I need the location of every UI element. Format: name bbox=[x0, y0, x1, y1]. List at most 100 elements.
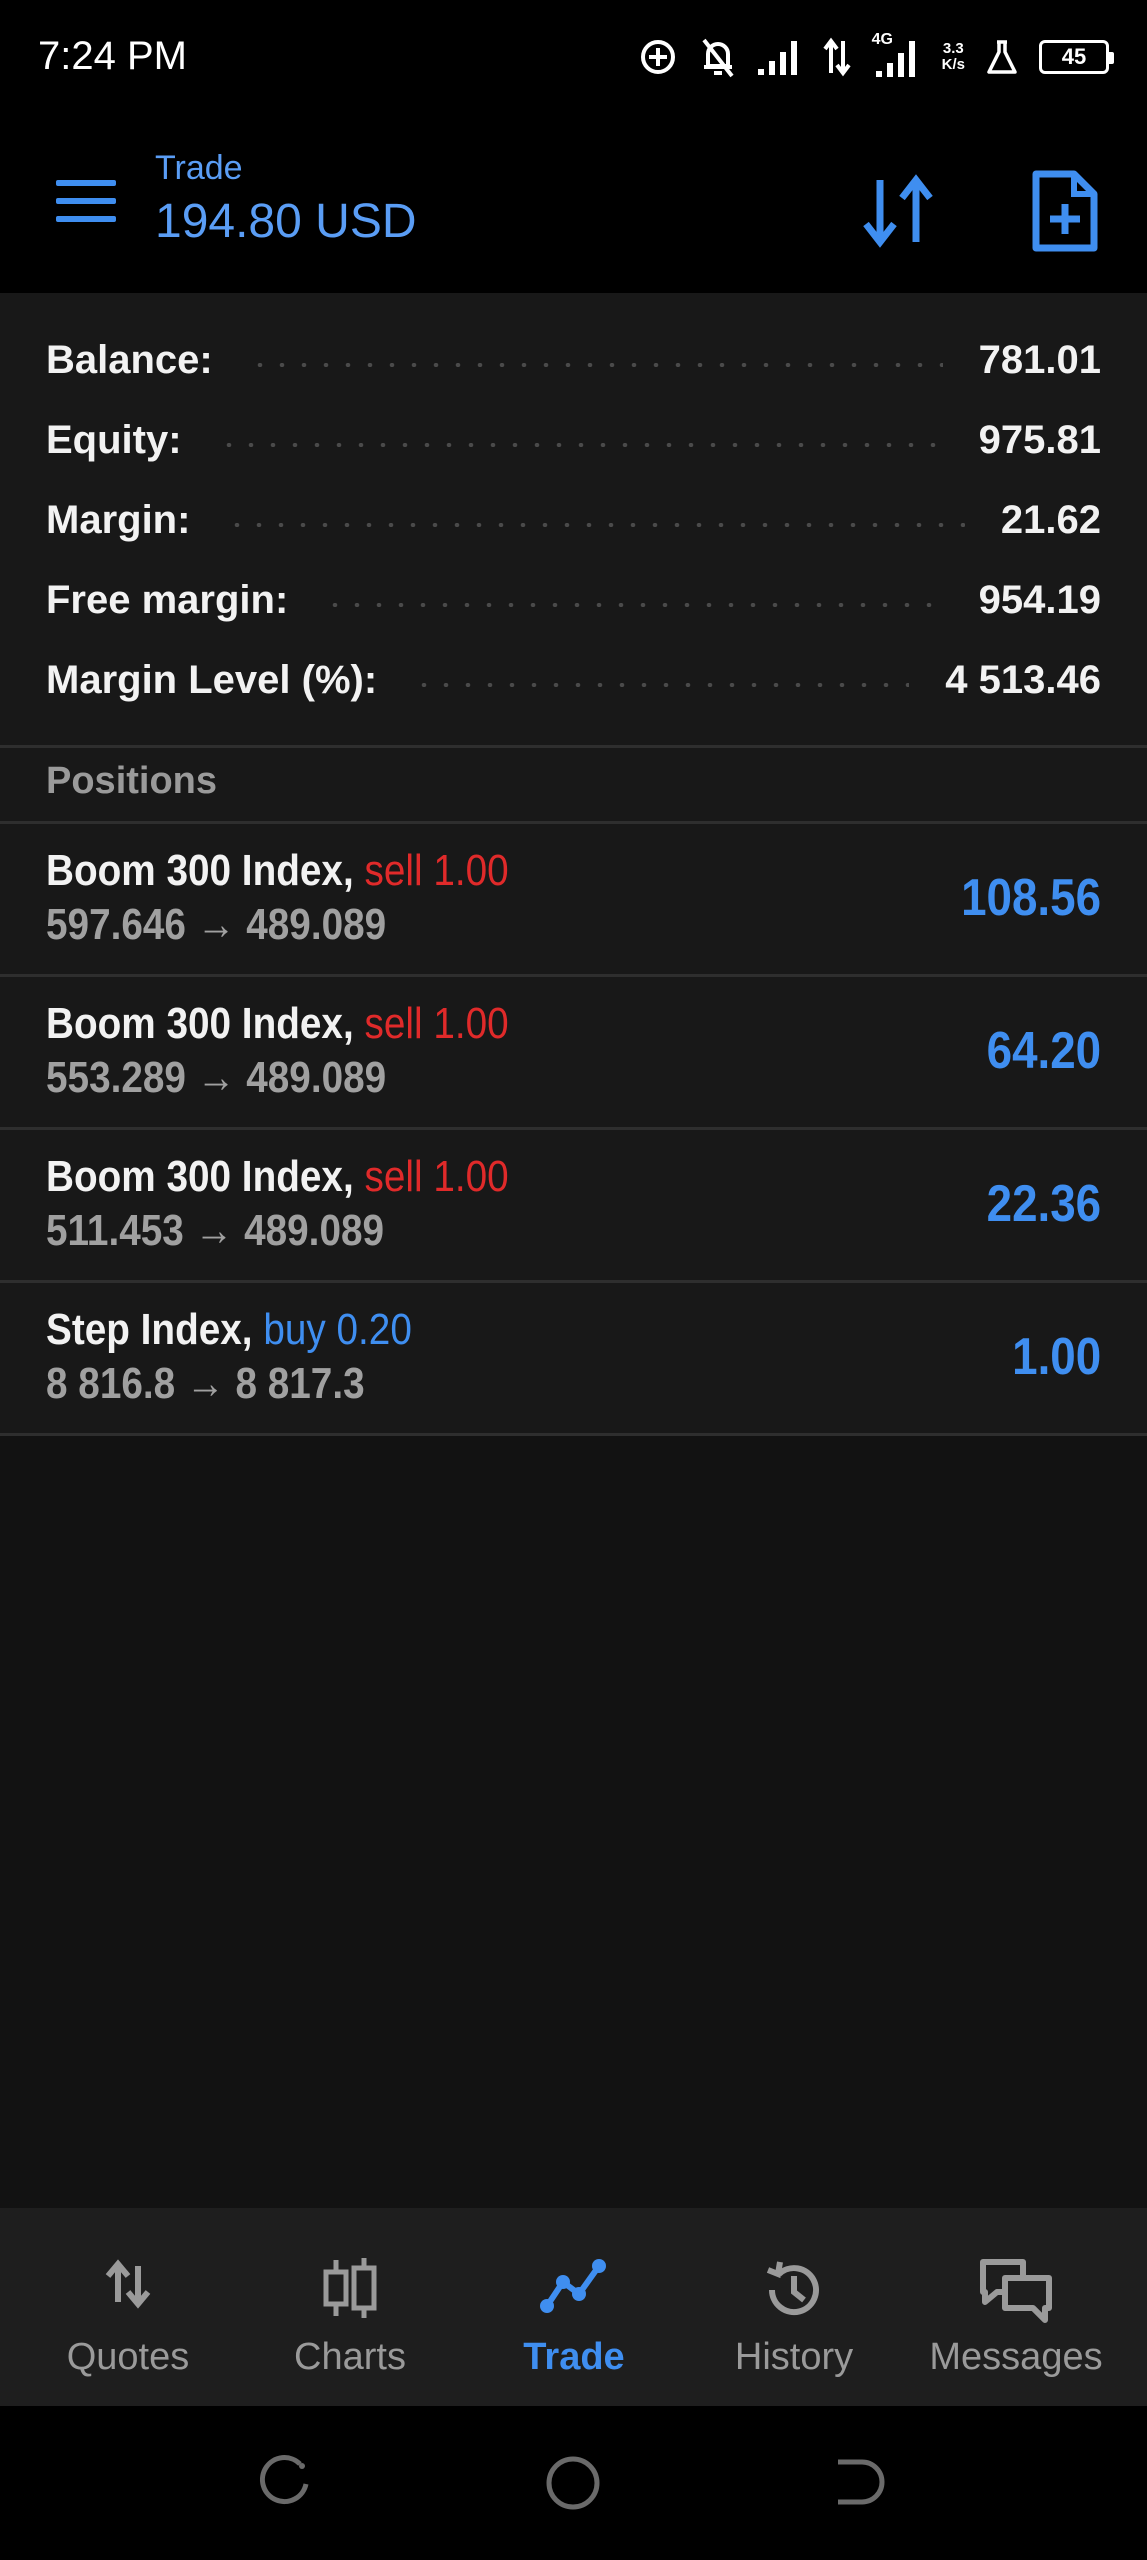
position-side: sell 1.00 bbox=[364, 846, 509, 895]
position-prices: 553.289 → 489.089 bbox=[46, 1053, 386, 1103]
position-open-price: 8 816.8 bbox=[46, 1359, 176, 1408]
sort-button[interactable] bbox=[858, 170, 940, 252]
status-icons: 4G 3.3 K/s 45 bbox=[638, 31, 1114, 82]
position-prices: 8 816.8 → 8 817.3 bbox=[46, 1359, 365, 1409]
sort-arrows-icon bbox=[863, 174, 933, 248]
position-symbol: Step Index, bbox=[46, 1305, 253, 1354]
summary-dots bbox=[217, 443, 943, 447]
new-document-icon bbox=[1032, 170, 1098, 252]
position-title: Step Index, buy 0.20 bbox=[46, 1305, 412, 1355]
back-icon[interactable] bbox=[826, 2450, 892, 2516]
signal-4g-icon: 4G bbox=[872, 31, 922, 79]
position-current-price: 489.089 bbox=[244, 1206, 385, 1255]
divider bbox=[0, 1433, 1147, 1436]
nav-item-trade[interactable]: Trade bbox=[464, 2208, 684, 2406]
position-title: Boom 300 Index, sell 1.00 bbox=[46, 999, 509, 1049]
data-transfer-icon bbox=[823, 37, 851, 77]
position-profit: 64.20 bbox=[986, 1022, 1101, 1080]
menu-icon-bar bbox=[56, 198, 116, 204]
nav-label: History bbox=[734, 2336, 854, 2378]
nav-label: Quotes bbox=[66, 2336, 190, 2378]
position-title: Boom 300 Index, sell 1.00 bbox=[46, 1152, 509, 1202]
header-subtitle: Trade bbox=[155, 149, 243, 187]
summary-dots bbox=[248, 363, 943, 367]
network-speed-unit: K/s bbox=[941, 56, 965, 73]
position-row[interactable]: Boom 300 Index, sell 1.00 597.646 → 489.… bbox=[0, 824, 1147, 974]
quotes-arrows-icon bbox=[105, 2259, 151, 2309]
summary-row-free-margin: Free margin: 954.19 bbox=[46, 568, 1101, 632]
summary-dots bbox=[226, 523, 965, 527]
position-row[interactable]: Boom 300 Index, sell 1.00 511.453 → 489.… bbox=[0, 1130, 1147, 1280]
summary-value: 781.01 bbox=[978, 337, 1101, 382]
summary-label: Margin: bbox=[46, 497, 191, 542]
position-row[interactable]: Boom 300 Index, sell 1.00 553.289 → 489.… bbox=[0, 977, 1147, 1127]
position-prices: 511.453 → 489.089 bbox=[46, 1206, 384, 1256]
menu-icon-bar bbox=[56, 216, 116, 222]
signal-strength-icon bbox=[757, 41, 797, 75]
position-side: buy 0.20 bbox=[263, 1305, 412, 1354]
nav-item-quotes[interactable]: Quotes bbox=[18, 2208, 238, 2406]
position-symbol: Boom 300 Index, bbox=[46, 846, 354, 895]
nav-item-messages[interactable]: Messages bbox=[906, 2208, 1126, 2406]
recent-apps-icon[interactable] bbox=[252, 2450, 318, 2516]
nav-label: Charts bbox=[294, 2336, 406, 2378]
summary-row-equity: Equity: 975.81 bbox=[46, 408, 1101, 472]
position-arrow: → bbox=[196, 1053, 236, 1102]
nav-item-history[interactable]: History bbox=[684, 2208, 904, 2406]
system-navigation-bar bbox=[0, 2406, 1147, 2560]
menu-icon-bar bbox=[56, 180, 116, 186]
position-title: Boom 300 Index, sell 1.00 bbox=[46, 846, 509, 896]
position-symbol: Boom 300 Index, bbox=[46, 1152, 354, 1201]
summary-label: Free margin: bbox=[46, 577, 289, 622]
home-icon[interactable] bbox=[540, 2450, 606, 2516]
position-profit: 108.56 bbox=[961, 869, 1101, 927]
summary-row-margin-level: Margin Level (%): 4 513.46 bbox=[46, 648, 1101, 712]
position-open-price: 553.289 bbox=[46, 1053, 186, 1102]
position-side: sell 1.00 bbox=[364, 1152, 509, 1201]
summary-row-balance: Balance: 781.01 bbox=[46, 328, 1101, 392]
position-arrow: → bbox=[194, 1206, 234, 1255]
chat-bubbles-icon bbox=[980, 2259, 1052, 2323]
position-open-price: 511.453 bbox=[46, 1206, 184, 1255]
summary-row-margin: Margin: 21.62 bbox=[46, 488, 1101, 552]
position-profit: 22.36 bbox=[986, 1175, 1101, 1233]
status-time: 7:24 PM bbox=[38, 34, 187, 78]
position-arrow: → bbox=[185, 1359, 225, 1408]
summary-dots bbox=[324, 603, 943, 607]
summary-label: Equity: bbox=[46, 417, 182, 462]
history-clock-icon bbox=[766, 2261, 819, 2316]
positions-title: Positions bbox=[46, 760, 218, 802]
battery-level: 45 bbox=[1061, 44, 1087, 69]
position-current-price: 8 817.3 bbox=[235, 1359, 365, 1408]
position-row[interactable]: Step Index, buy 0.20 8 816.8 → 8 817.3 1… bbox=[0, 1283, 1147, 1433]
nav-label: Trade bbox=[523, 2336, 625, 2378]
status-bar: 7:24 PM 4G 3.3 K/s 45 bbox=[0, 0, 1147, 118]
nav-item-charts[interactable]: Charts bbox=[240, 2208, 460, 2406]
candlestick-icon bbox=[323, 2258, 377, 2318]
account-summary: Balance: 781.01 Equity: 975.81 Margin: 2… bbox=[0, 293, 1147, 745]
menu-button[interactable] bbox=[56, 180, 120, 230]
positions-header: Positions bbox=[0, 748, 1147, 821]
battery-icon: 45 bbox=[1039, 40, 1114, 74]
position-symbol: Boom 300 Index, bbox=[46, 999, 354, 1048]
position-side: sell 1.00 bbox=[364, 999, 509, 1048]
position-current-price: 489.089 bbox=[246, 900, 387, 949]
network-speed: 3.3 K/s bbox=[942, 41, 965, 73]
summary-label: Margin Level (%): bbox=[46, 657, 378, 702]
new-order-button[interactable] bbox=[1030, 168, 1100, 254]
app-header: Trade 194.80 USD bbox=[0, 118, 1147, 293]
notifications-off-icon bbox=[702, 38, 734, 78]
trade-line-icon bbox=[540, 2259, 606, 2313]
summary-value: 21.62 bbox=[1000, 497, 1101, 542]
data-saver-icon bbox=[640, 40, 675, 74]
summary-dots bbox=[413, 683, 910, 687]
position-profit: 1.00 bbox=[1011, 1328, 1101, 1386]
header-title: 194.80 USD bbox=[155, 195, 417, 248]
nav-label: Messages bbox=[929, 2336, 1103, 2378]
position-arrow: → bbox=[196, 900, 236, 949]
flask-icon bbox=[987, 40, 1017, 74]
bottom-navigation: Quotes Charts Trade History Messages bbox=[0, 2208, 1147, 2406]
position-prices: 597.646 → 489.089 bbox=[46, 900, 386, 950]
summary-label: Balance: bbox=[46, 337, 213, 382]
header-titles: Trade 194.80 USD bbox=[155, 148, 417, 252]
